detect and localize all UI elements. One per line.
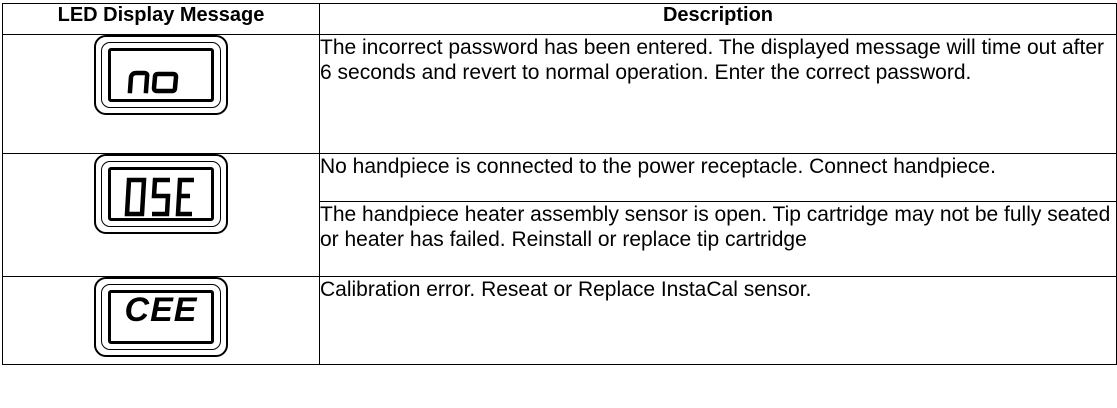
led-display-no-icon xyxy=(94,35,228,115)
description-cell: The incorrect password has been entered.… xyxy=(319,34,1117,154)
led-display-text: CEE xyxy=(124,291,198,329)
table-row: CEE Calibration error. Reseat or Replace… xyxy=(2,276,1117,365)
header-description: Description xyxy=(319,3,1117,35)
led-message-table: LED Display Message Description The inco… xyxy=(2,3,1117,365)
led-cell xyxy=(2,153,320,277)
description-cell: No handpiece is connected to the power r… xyxy=(319,153,1117,202)
led-cell xyxy=(2,34,320,154)
header-led-display-message: LED Display Message xyxy=(2,3,320,35)
led-display-ose-icon xyxy=(94,154,228,234)
description-cell: Calibration error. Reseat or Replace Ins… xyxy=(319,276,1117,365)
table-row: No handpiece is connected to the power r… xyxy=(2,153,1117,277)
table-row: The incorrect password has been entered.… xyxy=(2,34,1117,154)
led-display-cee-icon: CEE xyxy=(94,277,228,357)
led-cell: CEE xyxy=(2,276,320,365)
table-header-row: LED Display Message Description xyxy=(2,3,1117,35)
description-cell: The handpiece heater assembly sensor is … xyxy=(319,201,1117,277)
